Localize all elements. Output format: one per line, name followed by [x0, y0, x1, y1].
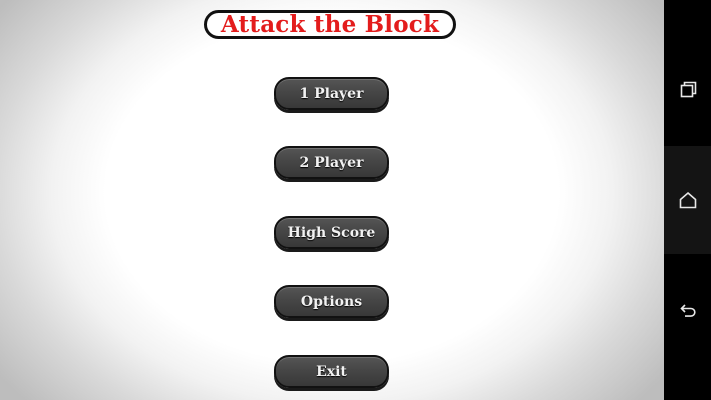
recent-apps-button[interactable]: [664, 69, 711, 109]
home-icon: [679, 191, 696, 209]
recent-apps-icon: [680, 81, 696, 98]
one-player-button-label: 1 Player: [299, 85, 364, 102]
system-navigation-bar: [664, 0, 711, 400]
one-player-button[interactable]: 1 Player: [274, 77, 389, 110]
high-score-button[interactable]: High Score: [274, 216, 389, 249]
game-title-banner: Attack the Block: [204, 10, 456, 39]
options-button[interactable]: Options: [274, 285, 389, 318]
exit-button[interactable]: Exit: [274, 355, 389, 388]
screen: Attack the Block 1 Player 2 Player High …: [0, 0, 711, 400]
high-score-button-label: High Score: [287, 224, 376, 241]
exit-button-label: Exit: [316, 363, 347, 380]
game-main-menu: Attack the Block 1 Player 2 Player High …: [0, 0, 664, 400]
back-icon: [679, 304, 696, 317]
back-button[interactable]: [664, 290, 711, 330]
game-title: Attack the Block: [220, 11, 440, 38]
options-button-label: Options: [300, 293, 363, 310]
home-button[interactable]: [664, 180, 711, 220]
two-player-button-label: 2 Player: [299, 154, 364, 171]
two-player-button[interactable]: 2 Player: [274, 146, 389, 179]
